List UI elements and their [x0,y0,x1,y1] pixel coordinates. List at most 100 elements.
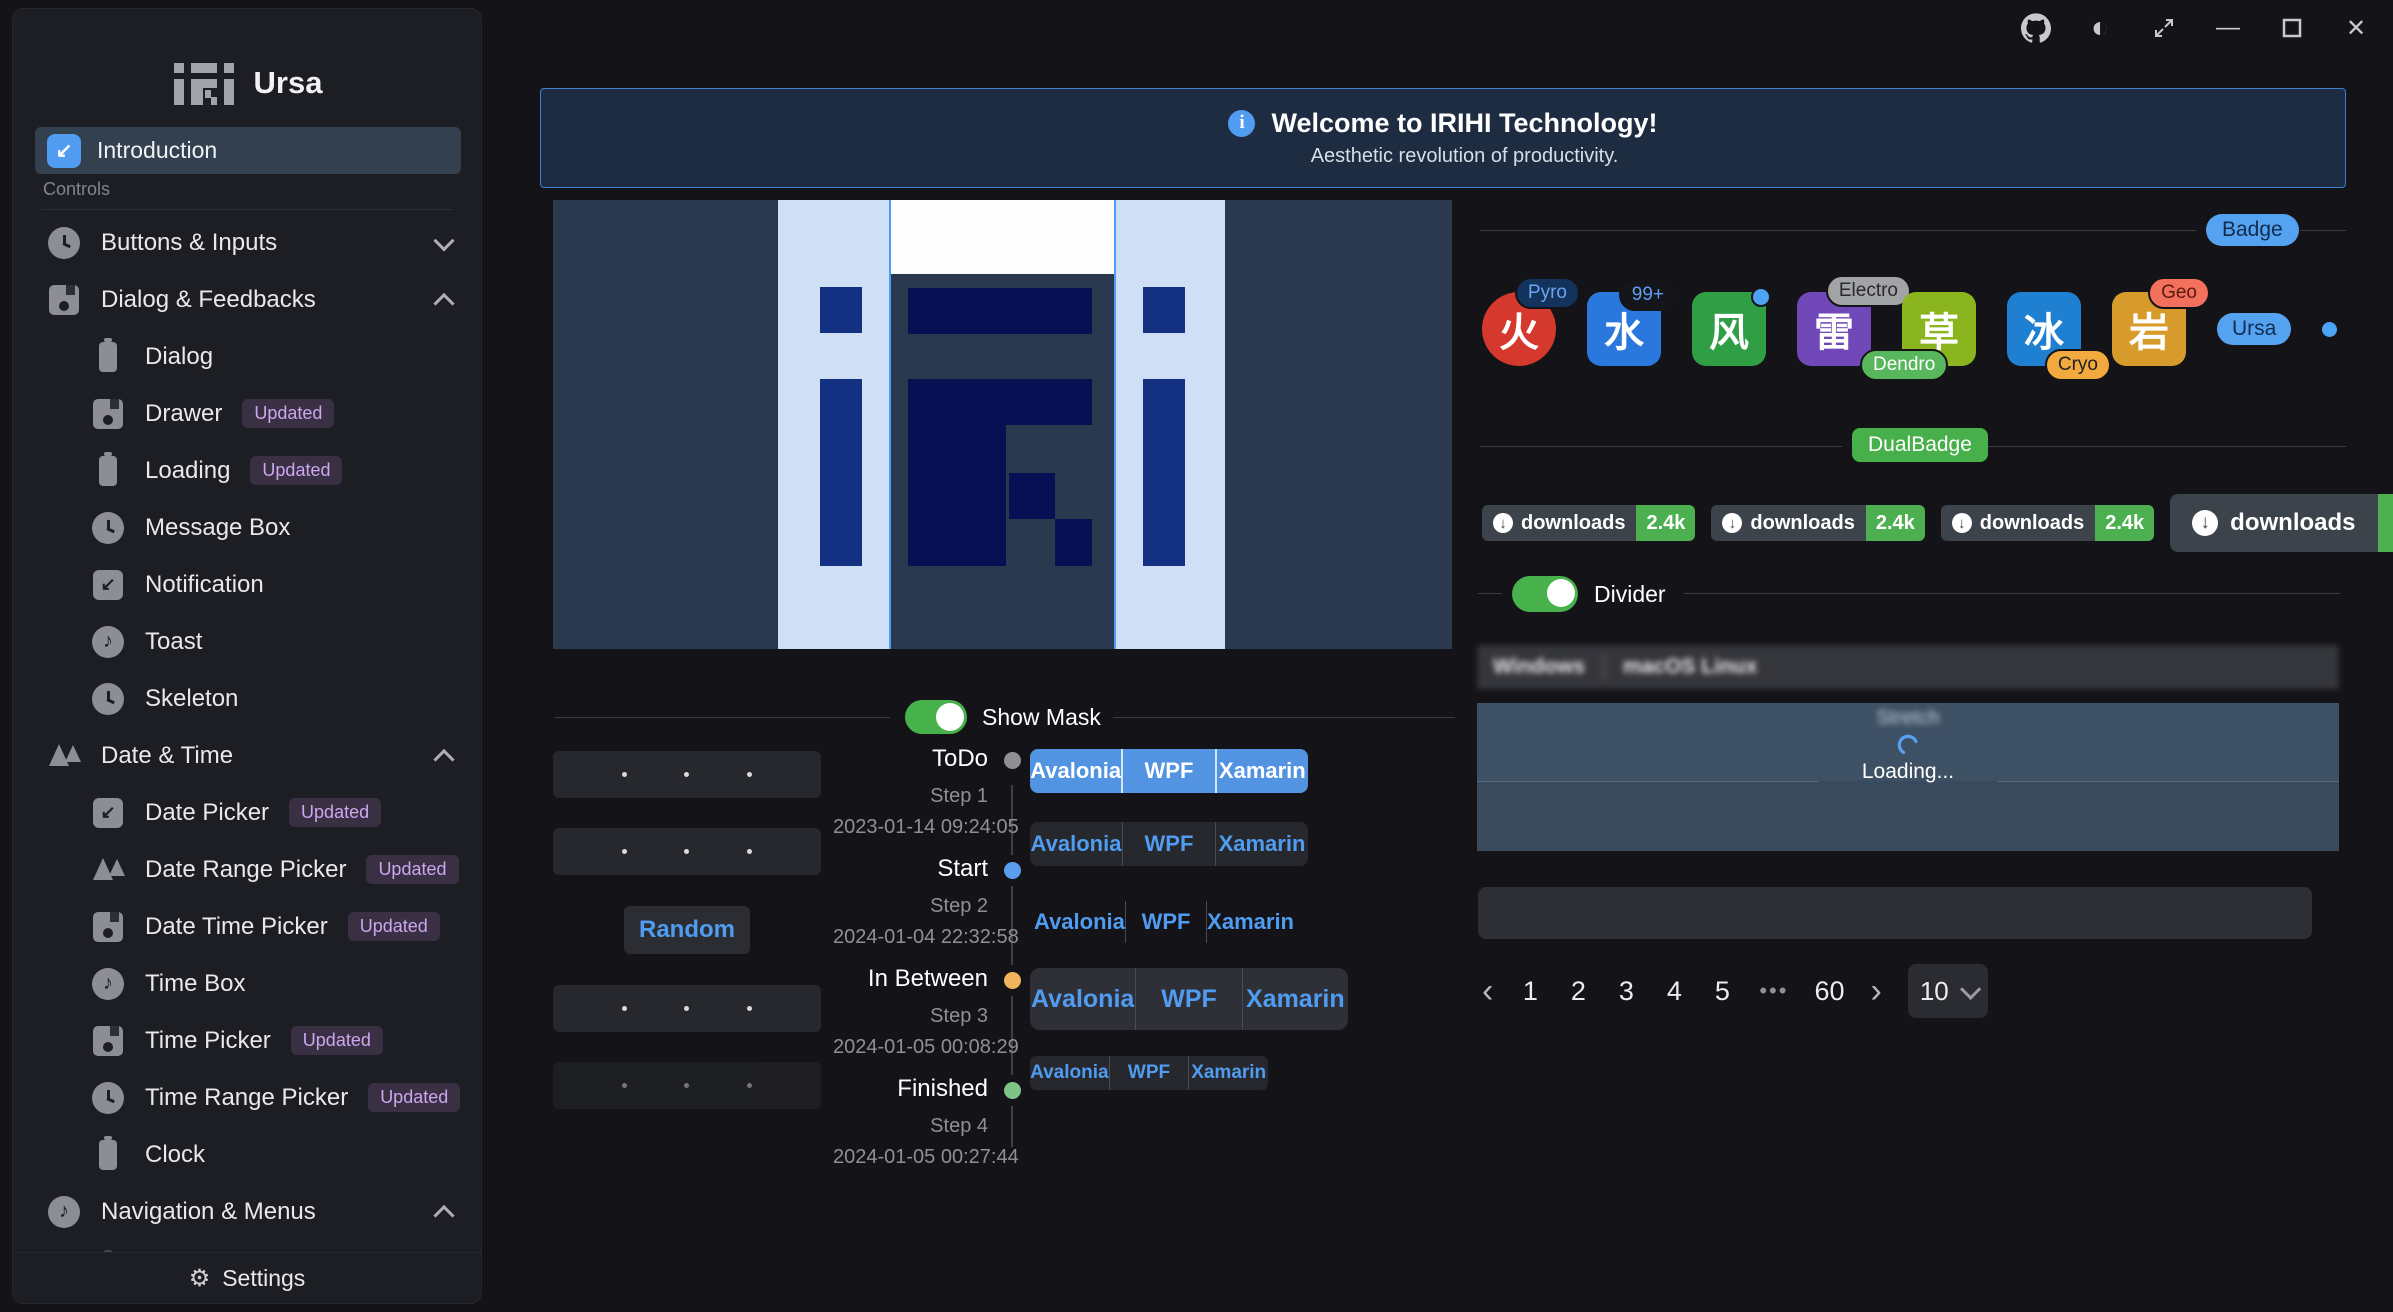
trees-icon [47,739,81,773]
pagination-page-5[interactable]: 5 [1711,976,1733,1007]
sidebar-item-time-picker[interactable]: Time PickerUpdated [13,1012,481,1069]
close-button[interactable]: ✕ [2333,8,2379,48]
pagination-page-2[interactable]: 2 [1567,976,1589,1007]
banner-title: Welcome to IRIHI Technology! [1271,108,1657,139]
pagination-page-3[interactable]: 3 [1615,976,1637,1007]
platform-button-wpf[interactable]: WPF [1135,968,1241,1030]
platform-button-avalonia[interactable]: Avalonia [1030,749,1121,793]
sidebar-item-toast[interactable]: ♪Toast [13,613,481,670]
timeline-dot [1004,862,1021,879]
sidebar-item-time-box[interactable]: ♪Time Box [13,955,481,1012]
random-button[interactable]: Random [624,906,750,954]
timeline-step: ToDoStep 12023-01-14 09:24:05 [833,745,988,839]
logo-mask-band-center [890,200,1115,274]
page-size-select[interactable]: 10 [1908,964,1988,1018]
sidebar-item-dialog[interactable]: Dialog [13,328,481,385]
updated-badge: Updated [291,1026,383,1055]
tab-windows[interactable]: Windows [1493,655,1585,679]
platform-button-xamarin[interactable]: Xamarin [1188,1056,1268,1090]
sidebar-item-label: Date & Time [101,742,233,770]
platform-group-large: AvaloniaWPFXamarin [1030,968,1348,1030]
platform-button-avalonia[interactable]: Avalonia [1030,1056,1109,1090]
logo-glyph-bar [908,288,1092,334]
sidebar-item-label: Date Time Picker [145,913,328,941]
platform-button-xamarin[interactable]: Xamarin [1206,901,1294,943]
platform-button-xamarin[interactable]: Xamarin [1215,749,1308,793]
dot-badge [2322,322,2337,337]
badge-element: 冰Cryo [2007,292,2081,366]
platform-button-xamarin[interactable]: Xamarin [1242,968,1348,1030]
divider-line [1480,446,1842,447]
chevron-up-icon [434,1206,454,1226]
show-mask-toggle[interactable] [905,700,967,734]
clock-icon [91,682,125,716]
sidebar-items: Buttons & InputsDialog & FeedbacksDialog… [13,214,481,1297]
sidebar-item-buttons-inputs[interactable]: Buttons & Inputs [13,214,481,271]
time-box-input[interactable] [553,985,821,1032]
sidebar-item-date-range-picker[interactable]: Date Range PickerUpdated [13,841,481,898]
badge-element: 风 [1692,292,1766,366]
show-mask-label: Show Mask [982,704,1101,731]
platform-button-avalonia[interactable]: Avalonia [1030,968,1135,1030]
dualbadge-divider-pill: DualBadge [1852,428,1988,462]
floppy-icon [91,910,125,944]
sidebar-item-navigation-menus[interactable]: ♪Navigation & Menus [13,1183,481,1240]
downloads-count: 2.4k [1636,505,1695,541]
app-title: Ursa [254,65,323,101]
tab-macos-linux[interactable]: macOS Linux [1623,655,1757,679]
updated-badge: Updated [242,399,334,428]
chevron-up-icon [434,294,454,314]
sidebar-item-clock[interactable]: Clock [13,1126,481,1183]
sidebar-item-date-time-picker[interactable]: Date Time PickerUpdated [13,898,481,955]
timeline-step-title: In Between [833,965,988,993]
spinner-icon [1895,732,1921,758]
platform-button-avalonia[interactable]: Avalonia [1034,901,1125,943]
ursa-logo-icon [172,57,236,109]
time-box-input[interactable] [553,751,821,798]
timeline-step-label: Step 2 [833,895,988,918]
resize-expand-icon[interactable] [2141,8,2187,48]
platform-group-small: AvaloniaWPFXamarin [1030,1056,1268,1090]
app-logo: Ursa [13,57,481,109]
theme-toggle-icon[interactable]: ◐ [2077,8,2123,48]
downloads-label: downloads [1521,512,1625,535]
downloads-badges-row: ↓downloads2.4k↓downloads2.4k↓downloads2.… [1482,492,2346,554]
sidebar-item-notification[interactable]: ↙Notification [13,556,481,613]
loading-label: Loading... [1862,760,1954,784]
github-icon[interactable] [2013,8,2059,48]
logo-glyph-i-stem [1143,379,1185,566]
sidebar-item-skeleton[interactable]: Skeleton [13,670,481,727]
platform-button-avalonia[interactable]: Avalonia [1030,822,1122,866]
badge-divider-pill: Badge [2206,214,2299,246]
sidebar-item-introduction[interactable]: ↙ Introduction [35,127,461,174]
platform-button-wpf[interactable]: WPF [1109,1056,1189,1090]
platform-button-xamarin[interactable]: Xamarin [1215,822,1308,866]
sidebar-item-time-range-picker[interactable]: Time Range PickerUpdated [13,1069,481,1126]
pagination-next[interactable]: › [1870,974,1881,1008]
platform-button-wpf[interactable]: WPF [1122,822,1215,866]
sidebar-item-date-time[interactable]: Date & Time [13,727,481,784]
maximize-button[interactable] [2269,8,2315,48]
sidebar-item-label: Notification [145,571,264,599]
downloads-count: 2.4k [2095,505,2154,541]
minimize-button[interactable]: — [2205,8,2251,48]
platform-button-wpf[interactable]: WPF [1121,749,1214,793]
time-box-input[interactable] [553,828,821,875]
irihi-logo-image [553,200,1452,649]
divider-toggle[interactable] [1512,576,1578,612]
sidebar-item-dialog-feedbacks[interactable]: Dialog & Feedbacks [13,271,481,328]
pagination-prev[interactable]: ‹ [1482,974,1493,1008]
pagination-page-1[interactable]: 1 [1519,976,1541,1007]
pagination-page-60[interactable]: 60 [1814,976,1844,1007]
banner-subtitle: Aesthetic revolution of productivity. [1271,145,1657,168]
sidebar-item-date-picker[interactable]: ↙Date PickerUpdated [13,784,481,841]
download-icon: ↓ [1722,513,1742,533]
loading-panel-lower [1477,781,2339,851]
sidebar-item-message-box[interactable]: Message Box [13,499,481,556]
platform-button-wpf[interactable]: WPF [1125,901,1206,943]
badge-pill-pyro: Pyro [1515,277,1580,309]
sidebar-item-drawer[interactable]: DrawerUpdated [13,385,481,442]
pagination-page-4[interactable]: 4 [1663,976,1685,1007]
settings-button[interactable]: ⚙ Settings [13,1252,481,1303]
sidebar-item-loading[interactable]: LoadingUpdated [13,442,481,499]
